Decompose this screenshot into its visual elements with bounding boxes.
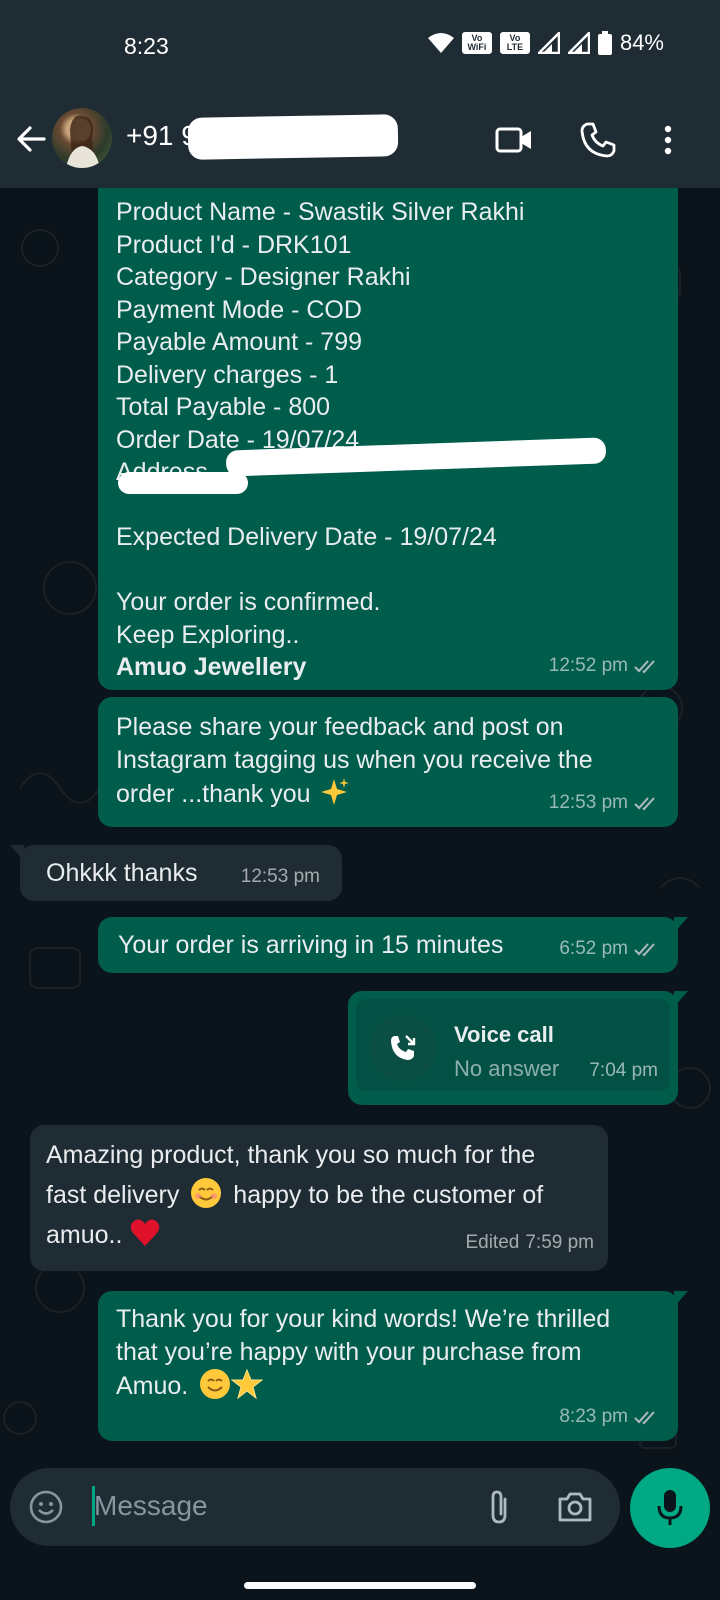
message-arriving[interactable]: Your order is arriving in 15 minutes 6:5… xyxy=(98,917,688,973)
order-confirmed: Your order is confirmed. xyxy=(116,588,381,616)
missed-call-phone-icon xyxy=(391,1035,416,1060)
emoji-icon[interactable] xyxy=(28,1489,64,1525)
read-ticks-icon xyxy=(634,660,655,674)
status-time: 8:23 xyxy=(124,33,169,59)
address-redaction-2 xyxy=(118,472,248,494)
mic-button[interactable] xyxy=(630,1468,710,1548)
message-meta: 12:52 pm xyxy=(549,650,662,683)
glowing-star-emoji-icon xyxy=(231,1368,264,1400)
attach-icon[interactable] xyxy=(484,1487,514,1527)
order-line: Payable Amount - 799 xyxy=(116,328,362,356)
order-line: Delivery charges - 1 xyxy=(116,360,339,389)
voice-call-icon[interactable] xyxy=(578,120,618,160)
message-meta: Edited 7:59 pm xyxy=(465,1223,594,1263)
smiling-face-emoji-icon xyxy=(191,1178,222,1208)
battery-percent: 84% xyxy=(619,30,664,55)
order-expected-date: Expected Delivery Date - 19/07/24 xyxy=(116,523,497,551)
order-line: Product Name - Swastik Silver Rakhi xyxy=(116,198,525,226)
message-input-bar: Message xyxy=(10,1468,620,1546)
battery-icon xyxy=(597,31,612,55)
camera-icon[interactable] xyxy=(556,1490,594,1524)
message-meta: 12:53 pm xyxy=(549,787,662,820)
message-order-details[interactable]: Product Name - Swastik Silver Rakhi Prod… xyxy=(98,188,678,690)
chat-header: +91 9 xyxy=(0,90,720,188)
red-heart-emoji-icon xyxy=(131,1219,160,1246)
status-bar: 8:23 Vo WiFi Vo LTE 84% xyxy=(0,0,720,90)
order-line: Total Payable - 800 xyxy=(116,393,331,421)
voice-call-icon-circle xyxy=(370,1015,436,1081)
voice-call-status: No answer xyxy=(454,1056,560,1081)
message-amazing[interactable]: Amazing product, thank you so much for t… xyxy=(30,1125,608,1271)
read-ticks-icon xyxy=(634,1411,655,1425)
signal-icon xyxy=(537,32,560,54)
message-meta: 6:52 pm xyxy=(559,933,662,966)
message-meta: 7:04 pm xyxy=(589,1059,658,1081)
microphone-icon xyxy=(657,1490,683,1525)
order-keep-exploring: Keep Exploring.. xyxy=(116,620,300,649)
order-line: Product I'd - DRK101 xyxy=(116,230,352,259)
avatar[interactable] xyxy=(52,108,112,168)
status-icons: Vo WiFi Vo LTE 84% xyxy=(427,30,664,56)
message-feedback[interactable]: Please share your feedback and post on I… xyxy=(98,697,678,827)
more-options-icon[interactable] xyxy=(648,120,688,160)
message-thank-you[interactable]: Thank you for your kind words! We’re thr… xyxy=(98,1291,688,1441)
redaction-mark xyxy=(187,114,399,160)
smiling-emoji-icon xyxy=(200,1369,231,1399)
message-meta: 12:53 pm xyxy=(240,865,320,887)
back-arrow-icon[interactable] xyxy=(14,122,48,156)
sparkles-emoji-icon xyxy=(320,778,349,805)
message-meta: 8:23 pm xyxy=(559,1401,662,1434)
vowifi-badge: Vo WiFi xyxy=(461,32,492,54)
volte-badge: Vo LTE xyxy=(499,32,530,54)
read-ticks-icon xyxy=(634,943,655,957)
message-voice-call[interactable]: Voice call No answer 7:04 pm xyxy=(348,991,688,1105)
message-time: 12:52 pm xyxy=(548,654,628,676)
chat-area[interactable]: Product Name - Swastik Silver Rakhi Prod… xyxy=(0,188,720,1460)
avatar-photo xyxy=(66,115,100,168)
contact-name[interactable]: +91 9 xyxy=(126,120,197,152)
wifi-icon xyxy=(427,33,454,53)
voice-call-title: Voice call xyxy=(454,1022,554,1047)
order-line: Category - Designer Rakhi xyxy=(116,263,411,291)
home-indicator[interactable] xyxy=(244,1582,476,1589)
signal-icon-2 xyxy=(567,32,590,54)
edited-label: Edited xyxy=(465,1232,520,1253)
order-line: Payment Mode - COD xyxy=(116,295,362,324)
message-ohkkk[interactable]: Ohkkk thanks 12:53 pm xyxy=(10,845,342,901)
video-call-icon[interactable] xyxy=(494,120,534,160)
read-ticks-icon xyxy=(634,797,655,811)
message-input[interactable]: Message xyxy=(94,1490,208,1522)
